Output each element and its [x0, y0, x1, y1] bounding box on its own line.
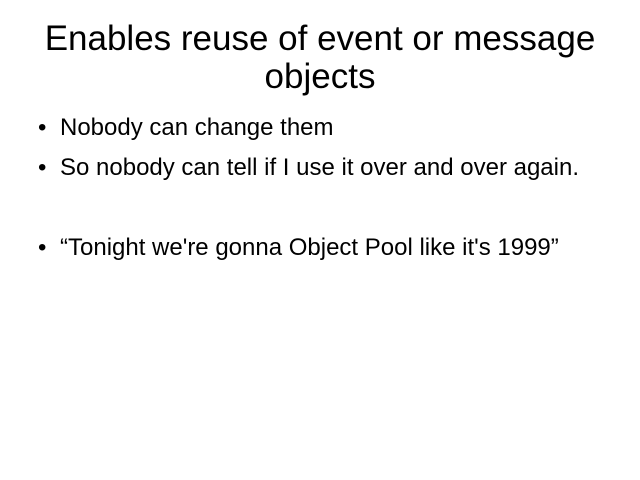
- slide: Enables reuse of event or message object…: [0, 0, 640, 480]
- bullet-text: Nobody can change them: [60, 114, 334, 141]
- slide-title: Enables reuse of event or message object…: [44, 19, 596, 96]
- bullet-icon: •: [38, 154, 47, 181]
- bullet-item: • “Tonight we're gonna Object Pool like …: [38, 233, 613, 262]
- bullet-icon: •: [38, 234, 47, 261]
- bullet-item: • So nobody can tell if I use it over an…: [38, 153, 613, 182]
- bullet-icon: •: [38, 114, 47, 141]
- bullet-text: “Tonight we're gonna Object Pool like it…: [60, 234, 559, 261]
- bullet-list: • Nobody can change them • So nobody can…: [38, 113, 613, 262]
- bullet-item: • Nobody can change them: [38, 113, 613, 142]
- bullet-text: So nobody can tell if I use it over and …: [60, 154, 579, 181]
